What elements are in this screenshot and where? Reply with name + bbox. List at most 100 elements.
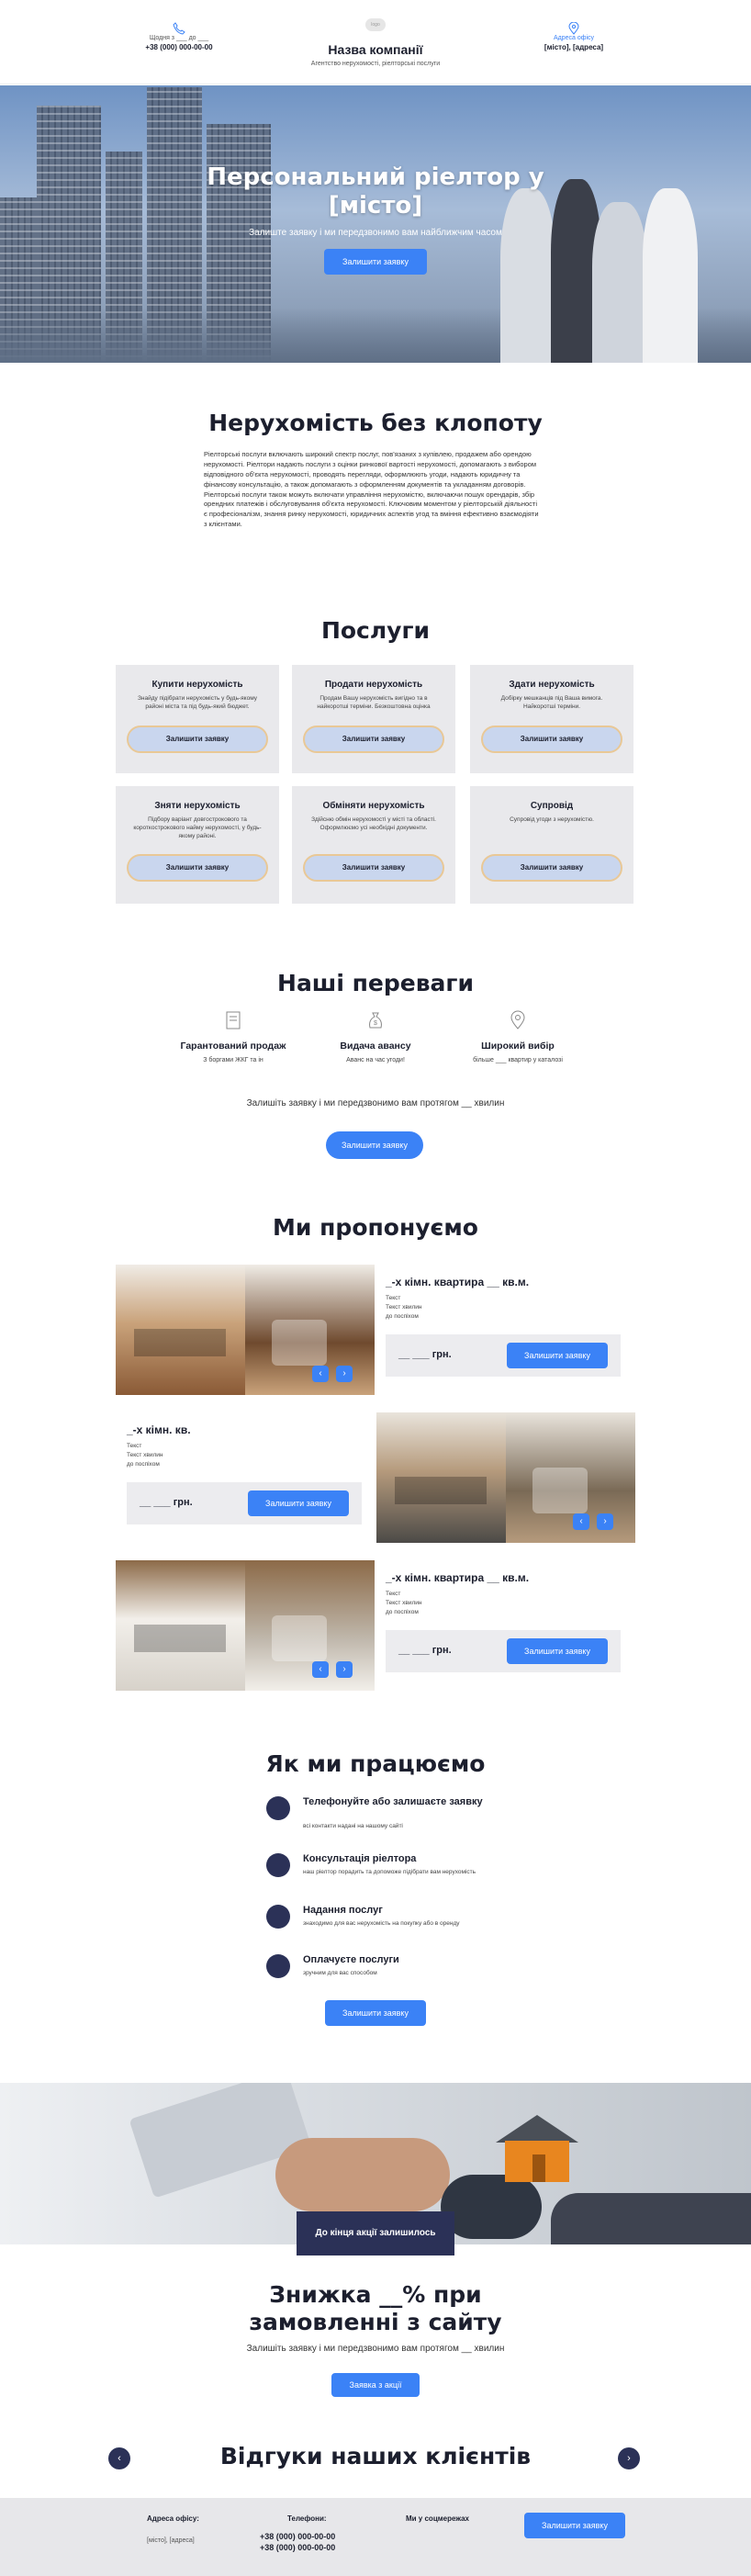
slider-prev-arrow[interactable]: ‹ xyxy=(312,1661,329,1678)
step-title: Консультація ріелтора xyxy=(303,1853,417,1864)
service-description: Продам Вашу нерухомість вигідно та в най… xyxy=(317,695,431,710)
step-description: всі контакти надані на нашому сайті xyxy=(303,1823,403,1829)
service-title: Здати нерухомість xyxy=(509,680,595,690)
step-title: Телефонуйте або залишаєте заявку xyxy=(303,1796,483,1807)
offer-price-box: __ ___ грн. Залишити заявку xyxy=(386,1334,621,1377)
logo[interactable]: logo xyxy=(365,18,386,31)
advantage-item: Широкий вибір більше ___ квартир у катало… xyxy=(449,1010,587,1063)
slider-next-arrow[interactable]: › xyxy=(336,1366,353,1382)
reviews-next-button[interactable]: › xyxy=(618,2447,640,2469)
offer-text-line: Текст хвилин xyxy=(386,1599,422,1606)
advantage-item: $ Видача авансу Аванс на час угоди! xyxy=(307,1010,444,1063)
offer-text: Текст Текст хвилин до поспіхом xyxy=(386,1590,422,1616)
offer-price: __ ___ грн. xyxy=(398,1349,452,1360)
service-card: Супровід Супровід угоди з нерухомістю. Зал… xyxy=(470,786,633,904)
offer-request-button[interactable]: Залишити заявку xyxy=(248,1490,349,1516)
footer-office-label: Адреса офісу: xyxy=(147,2514,199,2523)
offer-text-line: Текст xyxy=(386,1591,401,1597)
offer-photo-slider[interactable]: ‹ › xyxy=(116,1560,375,1691)
advantage-description: більше ___ квартир у каталозі xyxy=(473,1057,563,1063)
 xyxy=(272,1320,327,1366)
offer-photo-slider[interactable]: ‹ › xyxy=(376,1412,635,1543)
promo-cta-button[interactable]: Заявка з акції xyxy=(331,2373,420,2397)
service-title: Купити нерухомість xyxy=(151,680,243,690)
step-marker-icon xyxy=(266,1905,290,1929)
step-marker-icon xyxy=(266,1796,290,1820)
promo-countdown-badge: До кінця акції залишилось xyxy=(297,2211,454,2255)
service-description: Підбору варіант довгострокового та корот… xyxy=(133,816,262,839)
site-footer: Адреса офісу: [місто], [адреса] Телефони… xyxy=(0,2498,751,2576)
slider-prev-arrow[interactable]: ‹ xyxy=(312,1366,329,1382)
svg-text:$: $ xyxy=(374,1020,377,1027)
step-title: Надання послуг xyxy=(303,1905,383,1916)
advantage-title: Гарантований продаж xyxy=(180,1041,286,1052)
promo-title-2: замовленні з сайту xyxy=(249,2309,502,2335)
step-marker-icon xyxy=(266,1853,290,1877)
offer-text: Текст Текст хвилин до поспіхом xyxy=(386,1294,422,1321)
house-icon xyxy=(487,2110,588,2184)
offer-price: __ ___ грн. xyxy=(398,1645,452,1656)
footer-social-label: Ми у соцмережах xyxy=(406,2514,469,2523)
process-cta-button[interactable]: Залишити заявку xyxy=(325,2000,426,2026)
promo-note: Залишіть заявку і ми передзвонимо вам пр… xyxy=(246,2344,505,2354)
advantage-item: Гарантований продаж З боргами ЖКГ та ін xyxy=(164,1010,302,1063)
offer-request-button[interactable]: Залишити заявку xyxy=(507,1343,608,1368)
money-bag-icon: $ xyxy=(307,1010,444,1035)
working-hours: Щодня з ___ до ___ xyxy=(149,35,209,41)
office-label: Адреса офісу xyxy=(553,35,595,41)
service-request-button[interactable]: Залишити заявку xyxy=(303,854,444,882)
advantages-cta-button[interactable]: Залишити заявку xyxy=(326,1131,423,1159)
footer-phone-1[interactable]: +38 (000) 000-00-00 xyxy=(260,2532,335,2541)
service-request-button[interactable]: Залишити заявку xyxy=(127,726,268,753)
footer-phones-label: Телефони: xyxy=(287,2514,327,2523)
service-card: Зняти нерухомість Підбору варіант довгост… xyxy=(116,786,279,904)
offer-title: _-х кімн. кв. xyxy=(127,1423,191,1436)
slider-prev-arrow[interactable]: ‹ xyxy=(573,1513,589,1530)
promo-title: Знижка __% при xyxy=(269,2281,482,2308)
hero-cta-button[interactable]: Залишити заявку xyxy=(324,249,427,276)
hero-subtitle: Залиште заявку і ми передзвонимо вам най… xyxy=(249,228,502,239)
 xyxy=(134,1329,226,1356)
offer-text-line: Текст хвилин xyxy=(386,1303,422,1310)
location-pin-icon xyxy=(449,1010,587,1035)
offer-text-line: до поспіхом xyxy=(386,1312,419,1320)
service-request-button[interactable]: Залишити заявку xyxy=(481,854,622,882)
advantages-note: Залишіть заявку і ми передзвонимо вам пр… xyxy=(246,1098,505,1108)
process-step: Надання послуг знаходимо для вас нерухомі… xyxy=(266,1905,542,1941)
 xyxy=(134,1625,226,1652)
handshake-image xyxy=(275,2138,450,2211)
service-title: Продати нерухомість xyxy=(324,680,423,690)
footer-cta-button[interactable]: Залишити заявку xyxy=(524,2513,625,2538)
offer-price: __ ___ грн. xyxy=(140,1497,193,1508)
service-title: Зняти нерухомість xyxy=(154,801,241,811)
offer-title: _-х кімн. квартира __ кв.м. xyxy=(386,1571,530,1584)
advantage-title: Широкий вибір xyxy=(481,1041,555,1052)
step-description: наш ріелтор порадить та допоможе підібра… xyxy=(303,1869,476,1875)
process-step: Телефонуйте або залишаєте заявку всі конт… xyxy=(266,1796,542,1833)
offer-request-button[interactable]: Залишити заявку xyxy=(507,1638,608,1664)
offer-text-line: Текст xyxy=(386,1295,401,1301)
about-text: Ріелторські послуги включають широкий сп… xyxy=(204,450,539,529)
footer-address: [місто], [адреса] xyxy=(147,2537,195,2544)
slider-next-arrow[interactable]: › xyxy=(336,1661,353,1678)
 xyxy=(272,1615,327,1661)
location-pin-icon xyxy=(528,21,620,35)
offer-photo-slider[interactable]: ‹ › xyxy=(116,1265,375,1395)
service-request-button[interactable]: Залишити заявку xyxy=(303,726,444,753)
hero-title: Персональний ріелтор у xyxy=(207,163,544,191)
advantages-title: Наші переваги xyxy=(277,970,474,996)
header-address: [місто], [адреса] xyxy=(544,43,604,51)
service-title: Супровід xyxy=(530,801,574,811)
footer-phone-2[interactable]: +38 (000) 000-00-00 xyxy=(260,2543,335,2552)
slider-next-arrow[interactable]: › xyxy=(597,1513,613,1530)
offers-title: Ми пропонуємо xyxy=(273,1214,478,1241)
about-title: Нерухомість без клопоту xyxy=(208,410,543,436)
service-request-button[interactable]: Залишити заявку xyxy=(127,854,268,882)
service-card: Обміняти нерухомість Здійсню обмін нерухо… xyxy=(292,786,455,904)
service-request-button[interactable]: Залишити заявку xyxy=(481,726,622,753)
service-description: Здійсню обмін нерухомості у місті та обл… xyxy=(311,816,436,831)
offer-text-line: до поспіхом xyxy=(127,1460,160,1468)
offer-text: Текст Текст хвилин до поспіхом xyxy=(127,1442,163,1468)
offer-price-box: __ ___ грн. Залишити заявку xyxy=(386,1630,621,1672)
offer-title: _-х кімн. квартира __ кв.м. xyxy=(386,1276,530,1288)
